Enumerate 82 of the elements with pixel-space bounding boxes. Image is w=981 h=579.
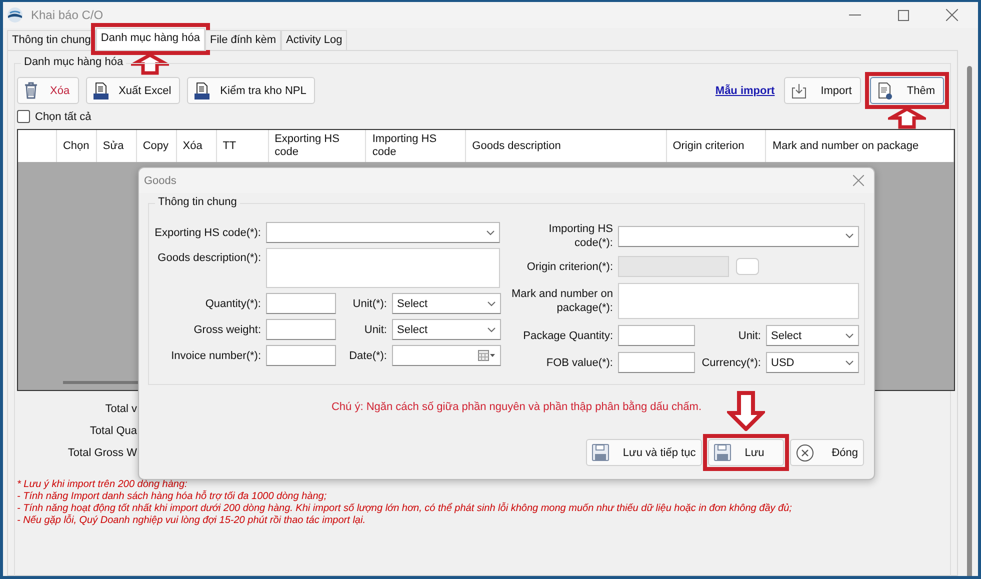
toolbar-button[interactable]: Xuất Excel [86, 77, 180, 104]
field-label: Gross weight: [192, 324, 262, 336]
field-label: Importing HS code(*): [548, 222, 614, 250]
chevron-down-icon [486, 230, 495, 236]
column-header: Origin criterion [672, 140, 744, 152]
column-header: Goods description [472, 140, 561, 152]
column-header: Sửa [102, 140, 124, 152]
field-label: Date(*): [348, 350, 388, 362]
import-notes: * Lưu ý khi import trên 200 dòng hàng: - Tính năng Import danh sách hàng hóa hỗ trợ tối đa 1000 dòng hàng; - Tính năng hoạt động tốt nhất khi import dưới 200 dòng hàng. Khi import số lượng lớn hơn, có thể phát sinh lỗi không mong muốn như thiếu dữ liệu hoặc in đơn không đầy đủ; - Nếu gặp lỗi, Quý Doanh nghiệp vui lòng đợi 15-20 phút rồi thao tác import lại. [17, 479, 793, 527]
document-icon [92, 82, 109, 100]
dropdown-field[interactable]: Select [766, 325, 859, 346]
dropdown-field[interactable] [618, 226, 859, 246]
chevron-down-icon [487, 300, 496, 306]
chevron-down-icon [845, 360, 854, 366]
save-button[interactable]: Lưu và tiếp tục [586, 439, 702, 466]
tab[interactable]: File đính kèm [204, 30, 281, 50]
calendar-icon [478, 350, 496, 361]
add-button[interactable]: Thêm [870, 77, 944, 104]
import-button[interactable]: Import [784, 77, 861, 104]
field-label: Exporting HS code(*): [154, 226, 262, 238]
window-title: Khai báo C/O [31, 8, 104, 22]
field-label: Invoice number(*): [170, 350, 262, 362]
document-icon [194, 82, 210, 100]
column-header: Exporting HS code [274, 133, 340, 159]
chevron-down-icon [845, 332, 854, 338]
import-template-link[interactable]: Mẫu import [715, 84, 775, 96]
text-field[interactable] [266, 319, 336, 340]
close-circle-icon [796, 444, 814, 462]
group-title: Danh mục hàng hóa [21, 56, 126, 68]
text-field[interactable] [266, 345, 336, 366]
text-field[interactable] [618, 352, 695, 373]
save-button[interactable]: Lưu [708, 439, 784, 466]
column-header: TT [222, 140, 236, 152]
download-tray-icon [790, 82, 807, 98]
tab[interactable]: Thông tin chung [7, 30, 96, 50]
field-label: Goods description(*): [156, 251, 262, 264]
column-header: Copy [142, 140, 168, 152]
date-field[interactable] [392, 345, 501, 366]
field-label: Unit(*): [352, 298, 388, 310]
field-label: Mark and number on package(*): [510, 287, 614, 315]
close-button[interactable]: Đóng [790, 439, 864, 466]
total-label: Total v [105, 403, 137, 415]
field-label: Quantity(*): [204, 298, 262, 310]
dropdown-field[interactable]: Select [392, 293, 501, 314]
total-label: Total Gross W [68, 447, 137, 459]
text-field[interactable] [618, 325, 695, 346]
tab[interactable]: Activity Log [281, 30, 348, 50]
column-header: Importing HS code [372, 133, 438, 159]
group-title: Thông tin chung [155, 196, 240, 208]
dropdown-field[interactable]: USD [766, 352, 859, 373]
text-field[interactable] [266, 293, 336, 314]
checkbox-label: Chọn tất cả [35, 110, 92, 122]
column-header: Chọn [62, 140, 90, 152]
field-label: Unit: [737, 330, 762, 342]
total-label: Total Qua [90, 425, 137, 437]
field-label: Origin criterion(*): [526, 260, 614, 274]
close-icon[interactable] [946, 9, 958, 21]
delete-button[interactable]: Xóa [17, 77, 79, 104]
maximize-icon[interactable] [898, 10, 909, 20]
toolbar-button[interactable]: Kiểm tra kho NPL [187, 77, 316, 104]
tab[interactable]: Danh mục hàng hóa [96, 28, 205, 50]
dialog-title: Goods [144, 174, 176, 186]
up-arrow-icon [131, 53, 170, 75]
down-arrow-icon [726, 391, 765, 431]
field-label: FOB value(*): [545, 356, 614, 370]
chevron-down-icon [487, 326, 496, 332]
vertical-scrollbar[interactable] [967, 66, 972, 576]
dropdown-field[interactable] [266, 222, 500, 243]
dropdown-field[interactable]: Select [392, 319, 501, 340]
trash-icon [24, 82, 38, 99]
close-icon[interactable] [853, 175, 864, 186]
document-add-icon [876, 82, 893, 100]
field-label: Package Quantity: [522, 328, 614, 342]
column-header: Xóa [182, 140, 202, 152]
field-label: Unit: [363, 324, 388, 336]
field-label: Currency(*): [700, 356, 762, 368]
app-logo-icon [7, 7, 23, 23]
column-header: Mark and number on package [772, 140, 919, 152]
chevron-down-icon [845, 233, 854, 239]
minimize-icon[interactable] [849, 14, 861, 16]
checkbox[interactable] [17, 110, 30, 123]
note-text: Chú ý: Ngăn cách số giữa phần nguyên và phần thập phân bằng dấu chấm. [330, 401, 703, 413]
